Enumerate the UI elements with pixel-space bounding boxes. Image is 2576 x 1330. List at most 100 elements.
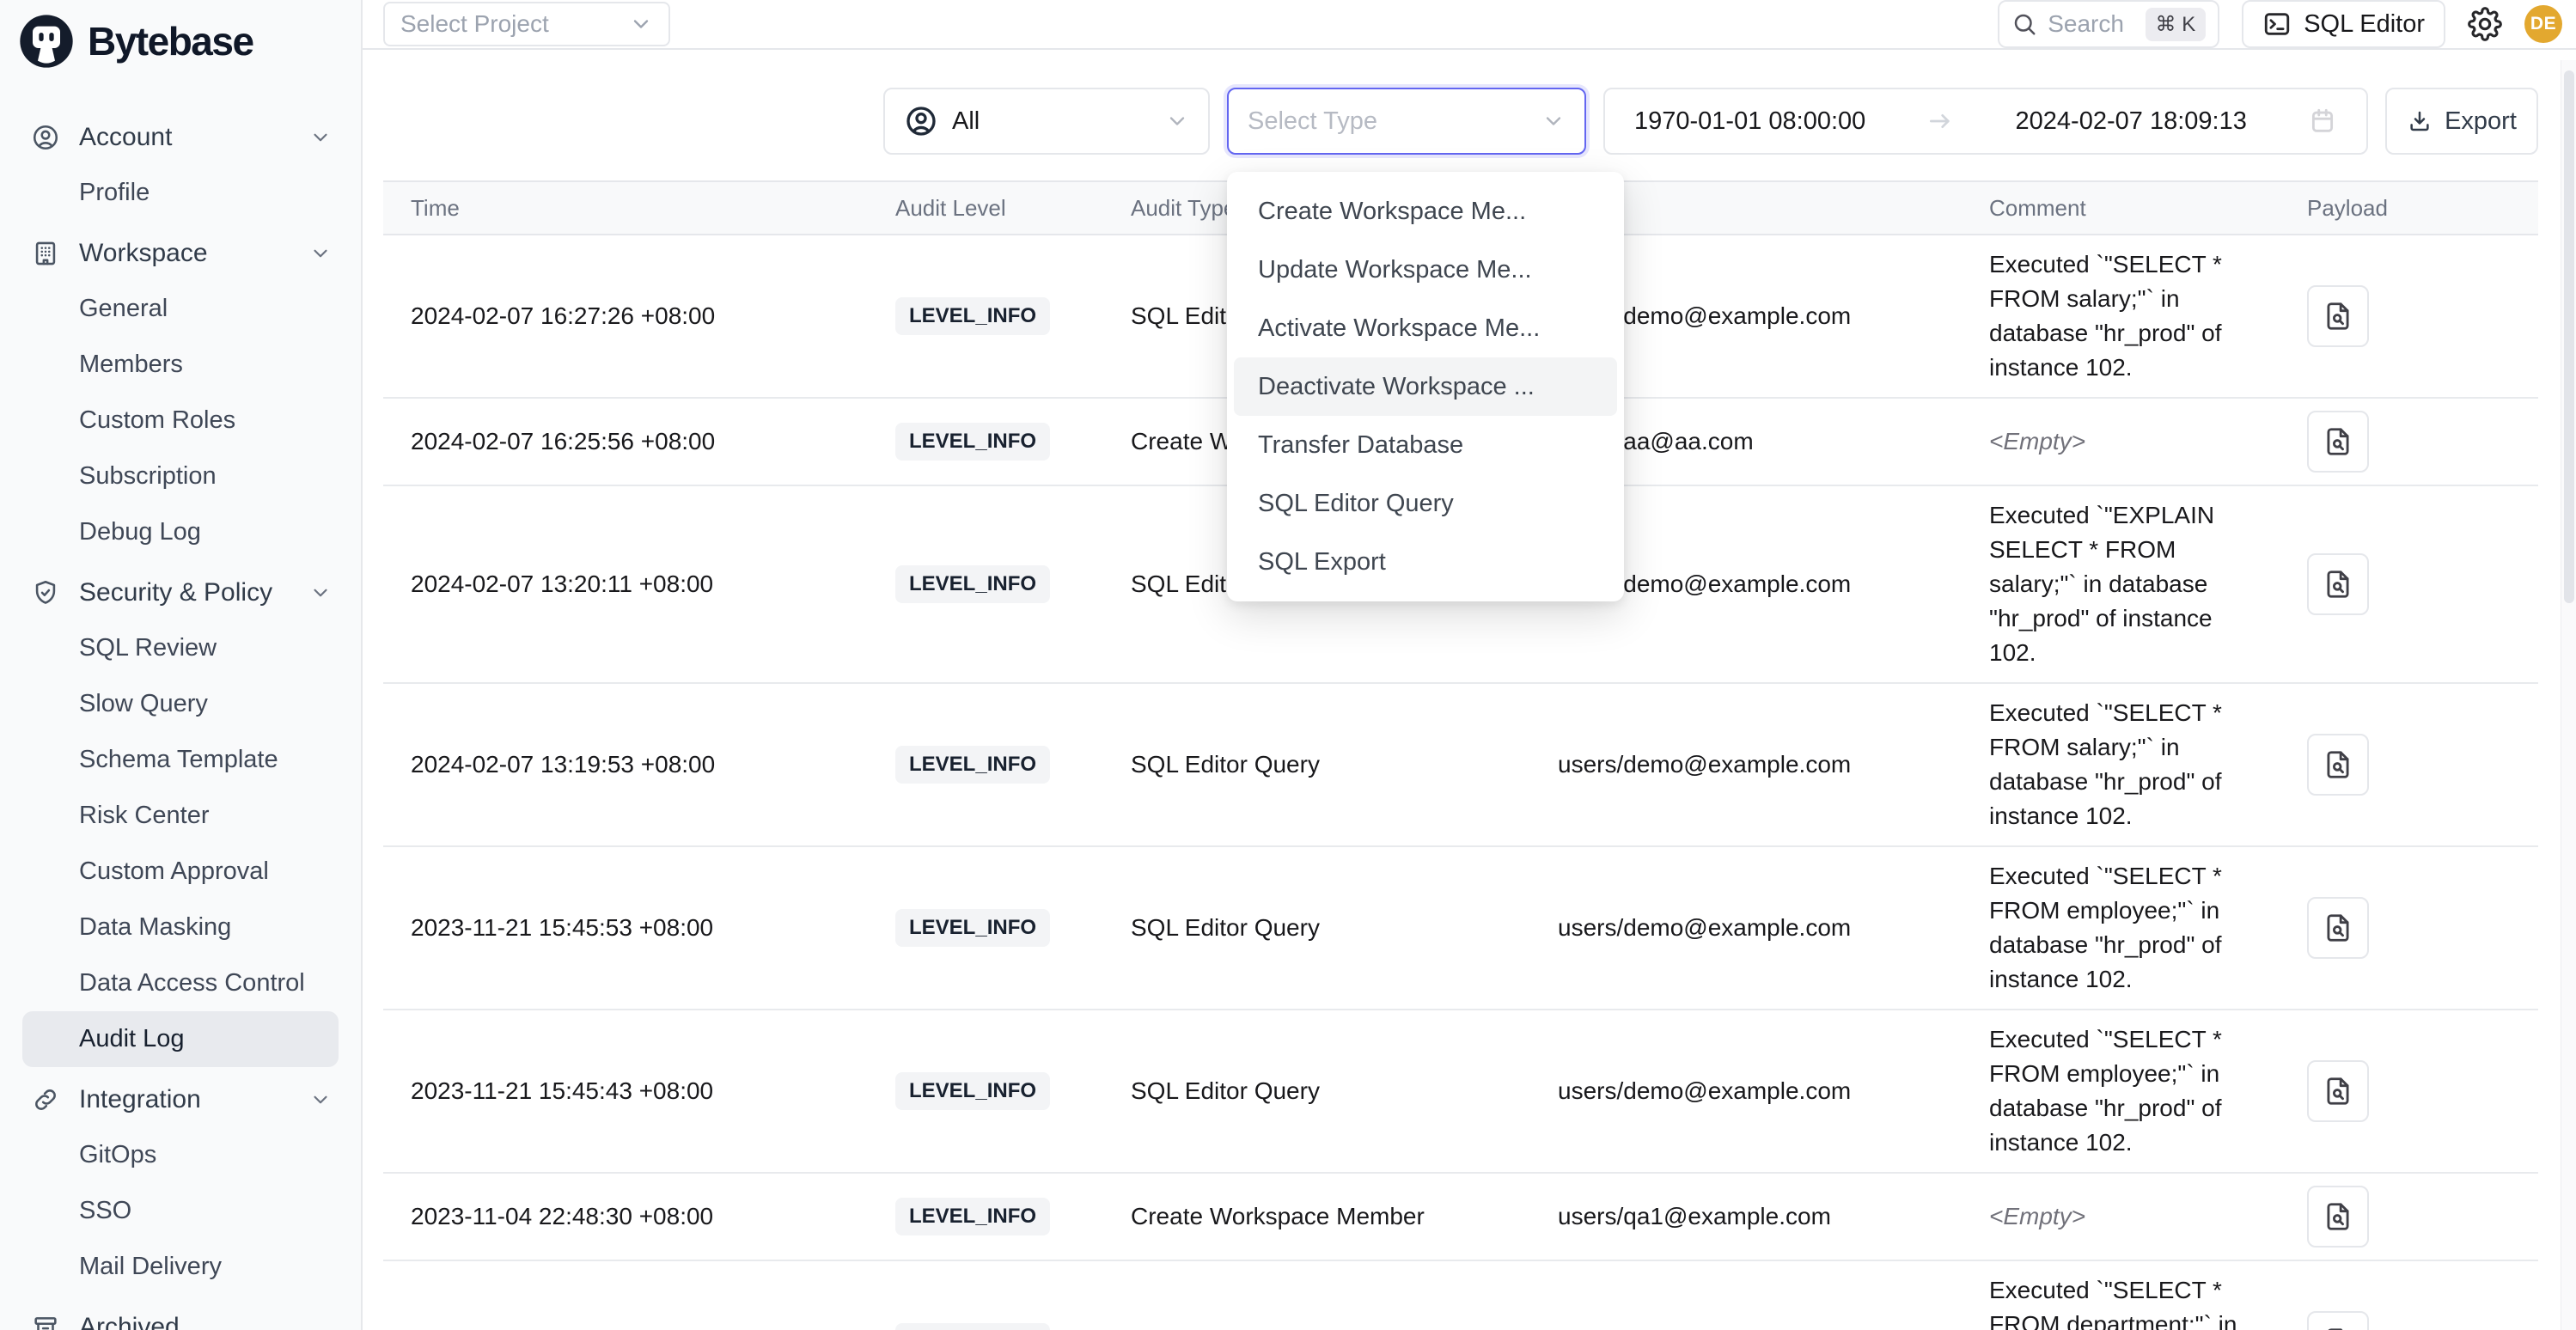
sidebar-item-label: SQL Review [79, 634, 217, 662]
sidebar-item-gitops[interactable]: GitOps [0, 1127, 361, 1183]
table-row: 2023-11-21 15:45:43 +08:00LEVEL_INFOSQL … [383, 1010, 2538, 1174]
cell-comment: Executed `"SELECT * FROM department;"` i… [1989, 1273, 2307, 1330]
payload-view-button[interactable] [2307, 411, 2369, 473]
cell-payload [2307, 1311, 2538, 1330]
actor-filter-value: All [952, 107, 980, 136]
payload-view-button[interactable] [2307, 1311, 2369, 1330]
sidebar-item-label: Schema Template [79, 746, 278, 774]
search-input[interactable]: Search ⌘ K [1998, 0, 2219, 48]
column-header-comment: Comment [1989, 195, 2307, 222]
sidebar-item-risk-center[interactable]: Risk Center [0, 788, 361, 844]
cell-time: 2024-02-07 13:19:53 +08:00 [411, 751, 895, 778]
cell-payload [2307, 734, 2538, 796]
actor-filter-select[interactable]: All [883, 88, 1210, 155]
sidebar-item-account[interactable]: Account [0, 109, 361, 165]
cell-audit-type: SQL Editor Query [1131, 1077, 1558, 1105]
dropdown-item-deactivate-workspace[interactable]: Deactivate Workspace ... [1234, 357, 1617, 416]
export-button[interactable]: Export [2385, 88, 2538, 155]
sidebar-item-security-policy[interactable]: Security & Policy [0, 564, 361, 620]
sidebar-item-integration[interactable]: Integration [0, 1071, 361, 1127]
settings-button[interactable] [2468, 7, 2502, 41]
payload-view-button[interactable] [2307, 285, 2369, 347]
project-select[interactable]: Select Project [383, 2, 670, 46]
audit-level-badge: LEVEL_INFO [895, 423, 1050, 461]
column-header-audit-level: Audit Level [895, 195, 1131, 222]
chevron-down-icon [1165, 109, 1189, 133]
topbar-right: Search ⌘ K SQL Editor DE [1998, 0, 2562, 48]
sql-editor-button[interactable]: SQL Editor [2242, 0, 2445, 48]
audit-level-badge: LEVEL_INFO [895, 909, 1050, 947]
cell-time: 2024-02-07 16:25:56 +08:00 [411, 428, 895, 455]
cell-audit-type: Create Workspace Member [1131, 1203, 1558, 1230]
file-search-icon [2322, 1200, 2354, 1233]
cell-audit-level: LEVEL_INFO [895, 297, 1131, 335]
dropdown-item-transfer-database[interactable]: Transfer Database [1234, 416, 1617, 474]
sidebar-item-members[interactable]: Members [0, 337, 361, 393]
building-icon [31, 239, 60, 268]
sidebar-item-workspace[interactable]: Workspace [0, 225, 361, 281]
shield-check-icon [31, 578, 60, 607]
sidebar-item-label: GitOps [79, 1141, 156, 1169]
sidebar-item-debug-log[interactable]: Debug Log [0, 504, 361, 560]
dropdown-item-create-workspace-me[interactable]: Create Workspace Me... [1234, 182, 1617, 241]
type-filter-placeholder: Select Type [1248, 107, 1377, 136]
sidebar-item-sso[interactable]: SSO [0, 1183, 361, 1239]
scrollbar-thumb[interactable] [2564, 70, 2574, 603]
sidebar-item-label: Mail Delivery [79, 1253, 222, 1281]
dropdown-item-sql-export[interactable]: SQL Export [1234, 533, 1617, 591]
sidebar-item-archived[interactable]: Archived [0, 1299, 361, 1330]
table-row: 2023-11-21 15:45:53 +08:00LEVEL_INFOSQL … [383, 847, 2538, 1010]
sidebar-item-label: Integration [79, 1085, 201, 1114]
sidebar-item-label: Custom Roles [79, 406, 235, 435]
audit-level-badge: LEVEL_INFO [895, 1323, 1050, 1330]
column-header-payload: Payload [2307, 195, 2538, 222]
cell-actor: users/qa1@example.com [1558, 1203, 1989, 1230]
file-search-icon [2322, 1075, 2354, 1107]
brand-logo[interactable]: Bytebase [0, 0, 361, 69]
cell-audit-level: LEVEL_INFO [895, 565, 1131, 603]
dropdown-item-sql-editor-query[interactable]: SQL Editor Query [1234, 474, 1617, 533]
cell-audit-level: LEVEL_INFO [895, 1323, 1131, 1330]
sidebar-item-mail-delivery[interactable]: Mail Delivery [0, 1239, 361, 1295]
chevron-down-icon [309, 242, 332, 265]
dropdown-item-update-workspace-me[interactable]: Update Workspace Me... [1234, 241, 1617, 299]
filter-bar: All Select Type 1970-01-01 08:00:00 2024… [363, 50, 2576, 155]
cell-actor: users/demo@example.com [1558, 914, 1989, 942]
cell-comment: Executed `"SELECT * FROM employee;"` in … [1989, 859, 2307, 997]
arrow-right-icon [1926, 107, 1954, 135]
sidebar-item-audit-log[interactable]: Audit Log [22, 1011, 339, 1067]
sidebar-item-label: Archived [79, 1313, 180, 1330]
payload-view-button[interactable] [2307, 897, 2369, 959]
date-start-value: 1970-01-01 08:00:00 [1634, 107, 1865, 136]
sidebar-item-label: Audit Log [79, 1025, 185, 1053]
cell-comment: Executed `"SELECT * FROM employee;"` in … [1989, 1022, 2307, 1160]
sidebar-item-subscription[interactable]: Subscription [0, 448, 361, 504]
sidebar-item-profile[interactable]: Profile [0, 165, 361, 221]
type-filter-select[interactable]: Select Type [1227, 88, 1586, 155]
payload-view-button[interactable] [2307, 1186, 2369, 1248]
project-select-placeholder: Select Project [400, 10, 549, 38]
sidebar-item-custom-approval[interactable]: Custom Approval [0, 844, 361, 900]
sidebar: Bytebase AccountProfileWorkspaceGeneralM… [0, 0, 363, 1330]
table-row: 2023-11-04 22:48:30 +08:00LEVEL_INFOCrea… [383, 1174, 2538, 1261]
sidebar-item-schema-template[interactable]: Schema Template [0, 732, 361, 788]
date-range-picker[interactable]: 1970-01-01 08:00:00 2024-02-07 18:09:13 [1603, 88, 2368, 155]
calendar-icon [2308, 107, 2337, 136]
payload-view-button[interactable] [2307, 734, 2369, 796]
payload-view-button[interactable] [2307, 1060, 2369, 1122]
cell-payload [2307, 553, 2538, 615]
main-area: Select Project Search ⌘ K SQL Editor [363, 0, 2576, 1330]
sidebar-item-custom-roles[interactable]: Custom Roles [0, 393, 361, 448]
link-icon [31, 1085, 60, 1114]
sidebar-item-data-access-control[interactable]: Data Access Control [0, 955, 361, 1011]
sidebar-item-general[interactable]: General [0, 281, 361, 337]
cell-payload [2307, 411, 2538, 473]
dropdown-item-activate-workspace-me[interactable]: Activate Workspace Me... [1234, 299, 1617, 357]
cell-comment: <Empty> [1989, 1199, 2307, 1234]
user-avatar[interactable]: DE [2524, 5, 2562, 43]
sidebar-item-sql-review[interactable]: SQL Review [0, 620, 361, 676]
payload-view-button[interactable] [2307, 553, 2369, 615]
chevron-down-icon [309, 126, 332, 149]
sidebar-item-data-masking[interactable]: Data Masking [0, 900, 361, 955]
sidebar-item-slow-query[interactable]: Slow Query [0, 676, 361, 732]
